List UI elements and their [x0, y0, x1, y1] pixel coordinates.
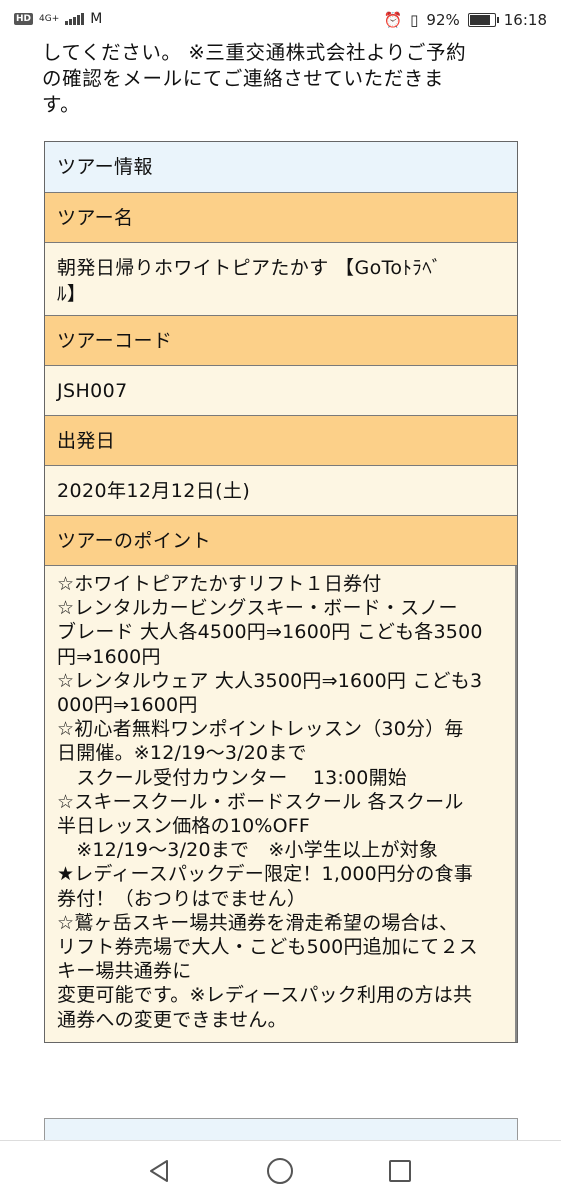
- points-label: ツアーのポイント: [57, 529, 212, 552]
- back-triangle-icon: [150, 1160, 168, 1182]
- points-line: ☆初心者無料ワンポイントレッスン（30分）毎: [57, 718, 464, 741]
- tour-name-value-row: 朝発日帰りホワイトピアたかす 【GoToﾄﾗﾍﾞ ﾙ】: [45, 243, 517, 316]
- tour-code-label: ツアーコード: [57, 329, 173, 352]
- points-line: ★レディースパックデー限定！1,000円分の食事: [57, 863, 473, 886]
- home-button[interactable]: [264, 1155, 296, 1187]
- points-line: 000円⇒1600円: [57, 694, 198, 717]
- tour-code-value-row: JSH007: [45, 366, 517, 416]
- points-line: ☆鷲ヶ岳スキー場共通券を滑走希望の場合は、: [57, 911, 459, 934]
- clock: 16:18: [503, 11, 547, 29]
- navigation-bar: [0, 1140, 561, 1201]
- points-line: 日開催。※12/19～3/20まで: [57, 742, 307, 765]
- network-type-icon: 4G+: [39, 14, 60, 24]
- tour-code-label-row: ツアーコード: [45, 316, 517, 366]
- tour-name-line: ﾙ】: [57, 283, 87, 305]
- points-line: 券付！（おつりはでません）: [57, 887, 307, 910]
- tour-code-value: JSH007: [57, 379, 128, 402]
- hd-icon: HD: [14, 13, 34, 25]
- points-line: ※12/19～3/20まで ※小学生以上が対象: [57, 839, 439, 862]
- points-line: 円⇒1600円: [57, 645, 161, 668]
- battery-fill: [469, 15, 490, 25]
- table-header: ツアー情報: [45, 142, 517, 193]
- points-line: ☆レンタルウェア 大人3500円⇒1600円 こども3: [57, 669, 483, 692]
- alarm-icon: ⏰: [383, 11, 403, 29]
- tour-info-table: ツアー情報 ツアー名 朝発日帰りホワイトピアたかす 【GoToﾄﾗﾍﾞ ﾙ】 ツ…: [44, 141, 518, 1043]
- home-circle-icon: [267, 1158, 293, 1184]
- departure-date-value: 2020年12月12日(土): [57, 479, 251, 502]
- status-bar-right: ⏰ ▯ 92% 16:18: [383, 11, 547, 29]
- points-line: 通券への変更できません。: [57, 1008, 287, 1031]
- battery-icon: [467, 13, 499, 27]
- departure-label: 出発日: [57, 429, 116, 452]
- battery-percent: 92%: [426, 11, 460, 29]
- tour-name-label: ツアー名: [57, 206, 134, 229]
- points-line: リフト券売場で大人・こども500円追加にて２ス: [57, 936, 478, 959]
- points-line: ☆スキースクール・ボードスクール 各スクール: [57, 790, 464, 813]
- points-line: 半日レッスン価格の10%OFF: [57, 815, 311, 838]
- signal-icon: [65, 13, 85, 25]
- tour-name-line: 朝発日帰りホワイトピアたかす 【GoToﾄﾗﾍﾞ: [57, 257, 442, 279]
- status-bar-left: HD 4G+ M: [14, 11, 102, 27]
- points-line: ブレード 大人各4500円⇒1600円 こども各3500: [57, 621, 483, 644]
- recent-square-icon: [389, 1160, 411, 1182]
- departure-label-row: 出発日: [45, 416, 517, 466]
- vibrate-icon: ▯: [410, 11, 419, 29]
- departure-value-row: 2020年12月12日(土): [45, 466, 517, 516]
- points-line: スクール受付カウンター 13:00開始: [57, 766, 407, 789]
- points-line: キー場共通券に: [57, 960, 192, 983]
- intro-line: の確認をメールにてご連絡させていただきま: [42, 67, 445, 90]
- points-label-row: ツアーのポイント: [45, 516, 517, 566]
- recent-apps-button[interactable]: [384, 1155, 416, 1187]
- points-line: ☆ホワイトピアたかすリフト１日券付: [57, 573, 382, 595]
- tour-points-value: ☆ホワイトピアたかすリフト１日券付 ☆レンタルカービングスキー・ボード・スノー …: [45, 566, 517, 1042]
- intro-line: す。: [42, 93, 81, 116]
- points-line: ☆レンタルカービングスキー・ボード・スノー: [57, 597, 458, 620]
- points-line: 変更可能です。※レディースパック利用の方は共: [57, 984, 473, 1007]
- gmail-notification-icon: M: [90, 11, 103, 27]
- table-header-text: ツアー情報: [57, 156, 153, 178]
- intro-text: してください。 ※三重交通株式会社よりご予約 の確認をメールにてご連絡させていた…: [42, 40, 522, 118]
- back-button[interactable]: [144, 1155, 176, 1187]
- tour-name-label-row: ツアー名: [45, 193, 517, 243]
- status-bar: HD 4G+ M ⏰ ▯ 92% 16:18: [0, 0, 561, 40]
- intro-line: してください。 ※三重交通株式会社よりご予約: [42, 41, 467, 64]
